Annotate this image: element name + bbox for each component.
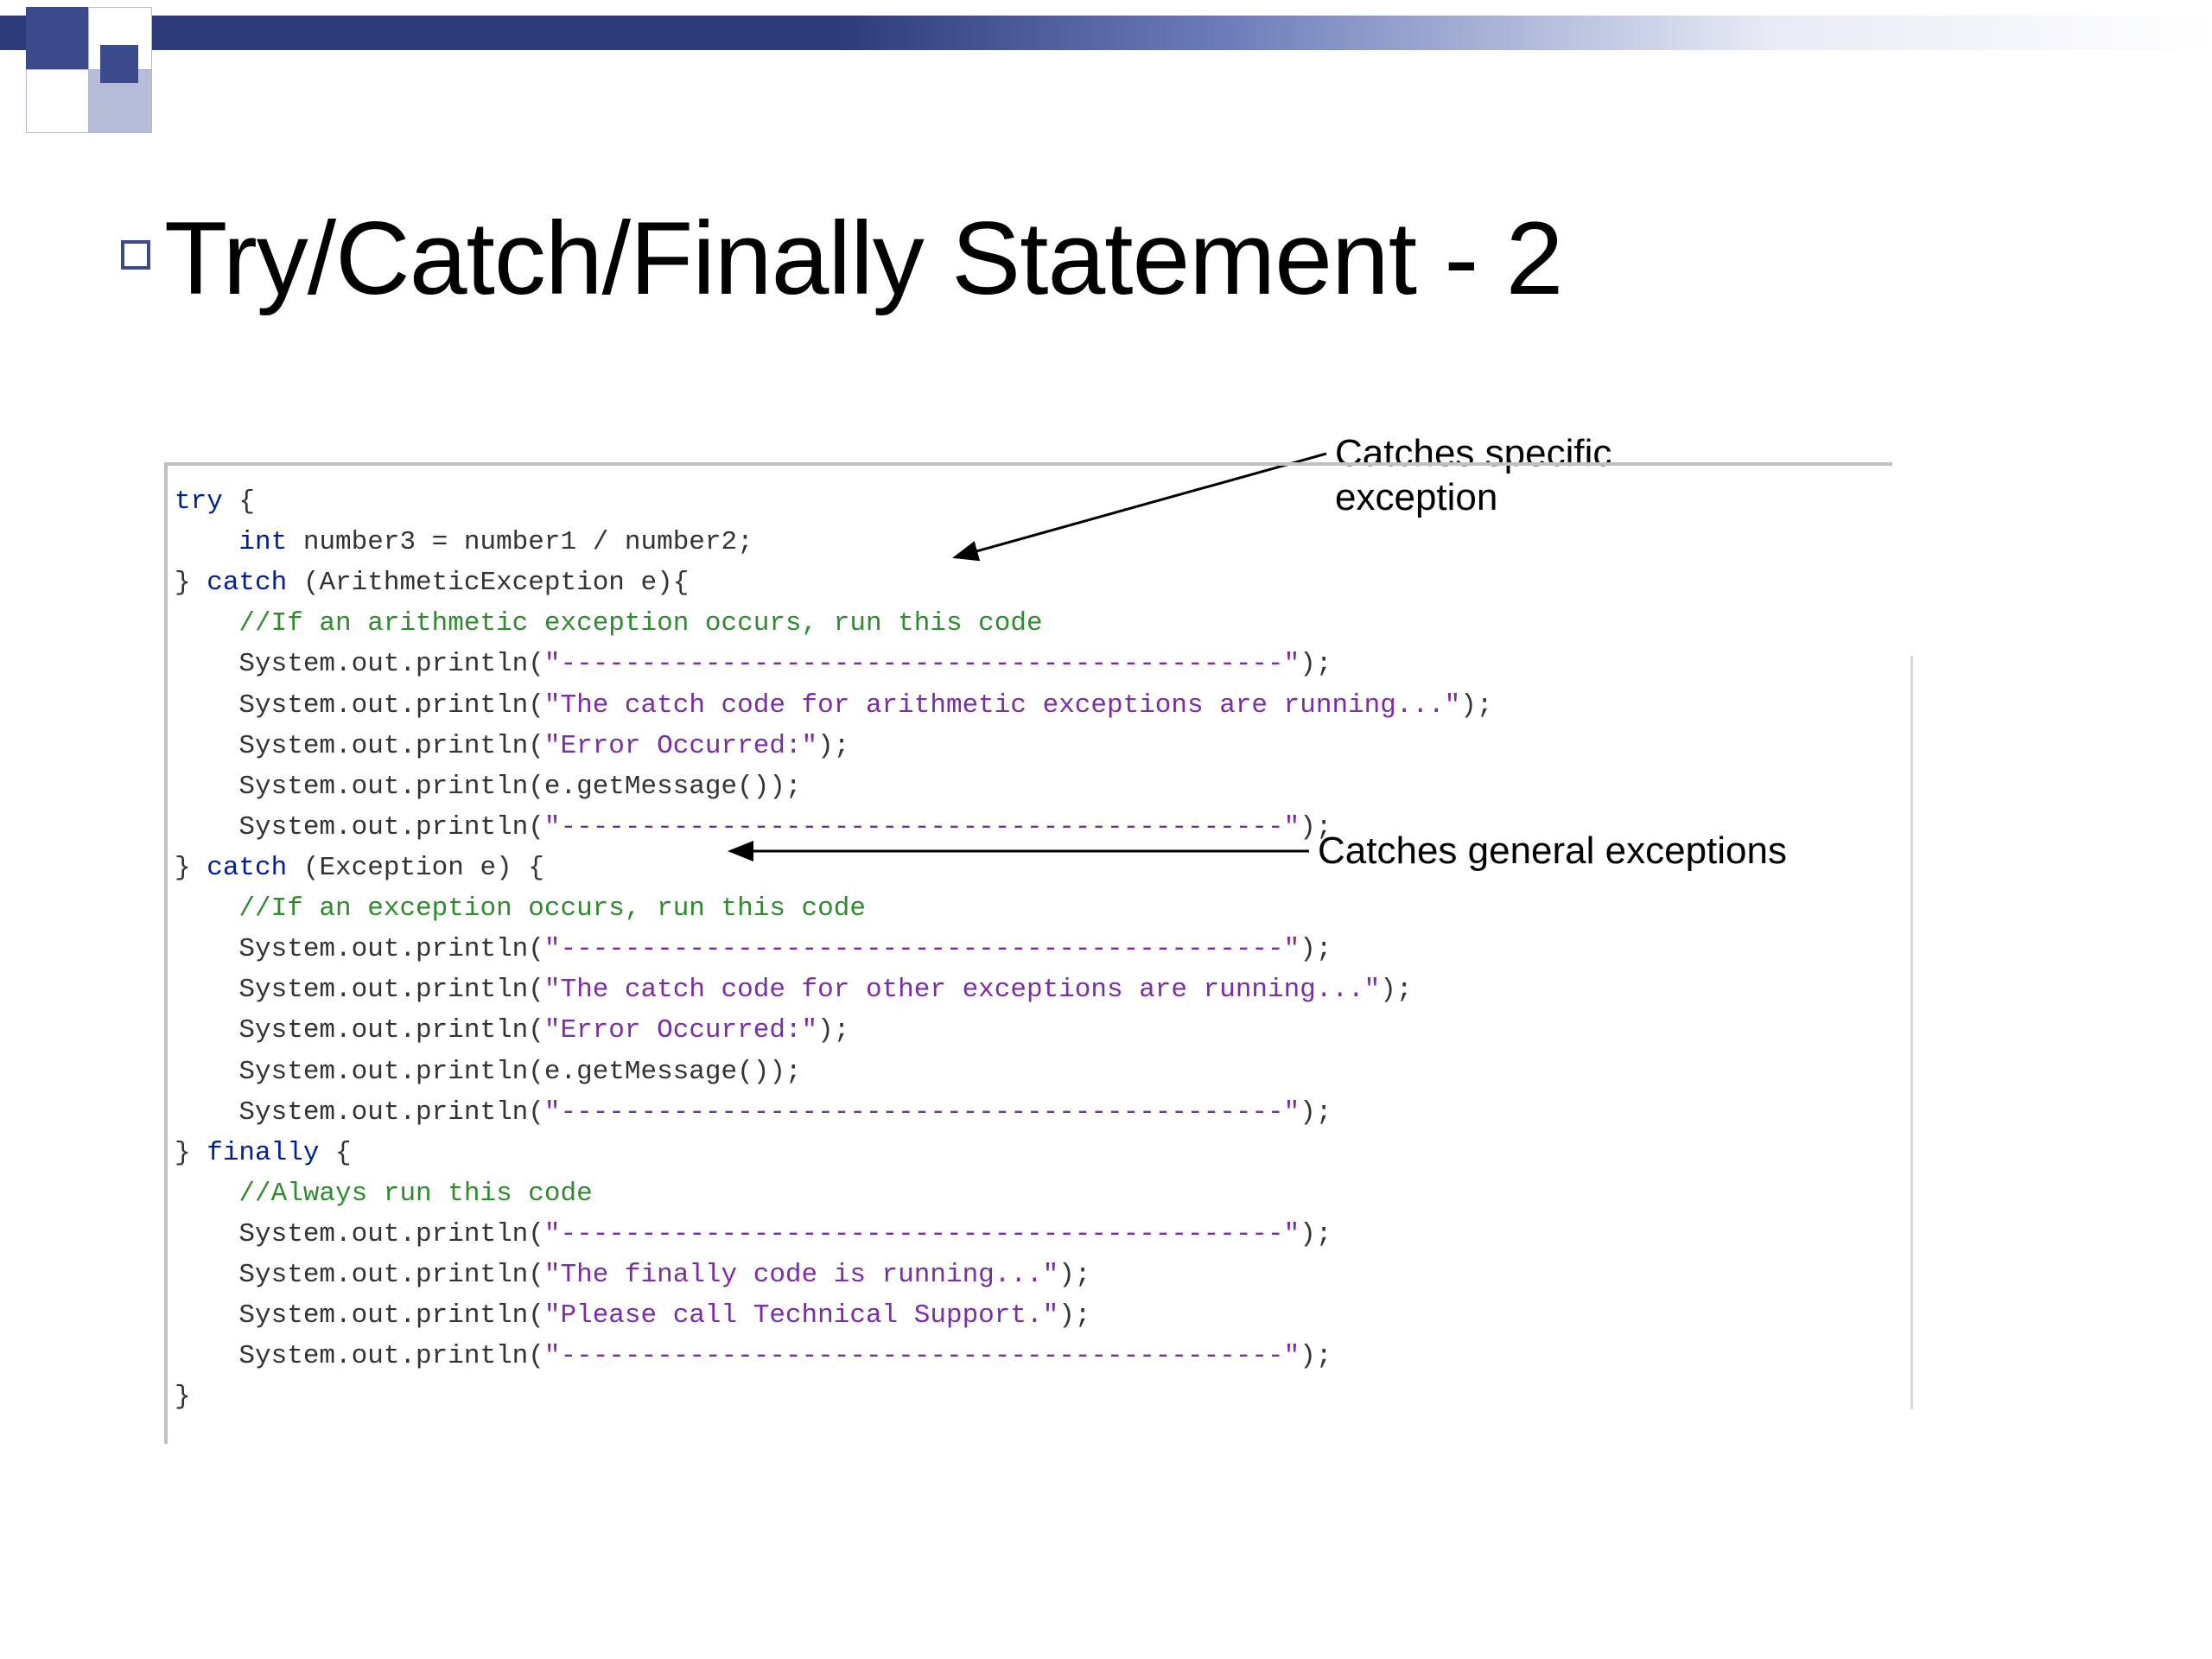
code-block: try { int number3 = number1 / number2; }… (164, 462, 1892, 1444)
header-gradient-bar (0, 16, 2212, 50)
title-bullet-icon (121, 240, 150, 270)
slide: Try/Catch/Finally Statement - 2 Catches … (0, 0, 2212, 1659)
code-content: try { int number3 = number1 / number2; }… (175, 481, 1892, 1418)
slide-title: Try/Catch/Finally Statement - 2 (164, 199, 1562, 318)
